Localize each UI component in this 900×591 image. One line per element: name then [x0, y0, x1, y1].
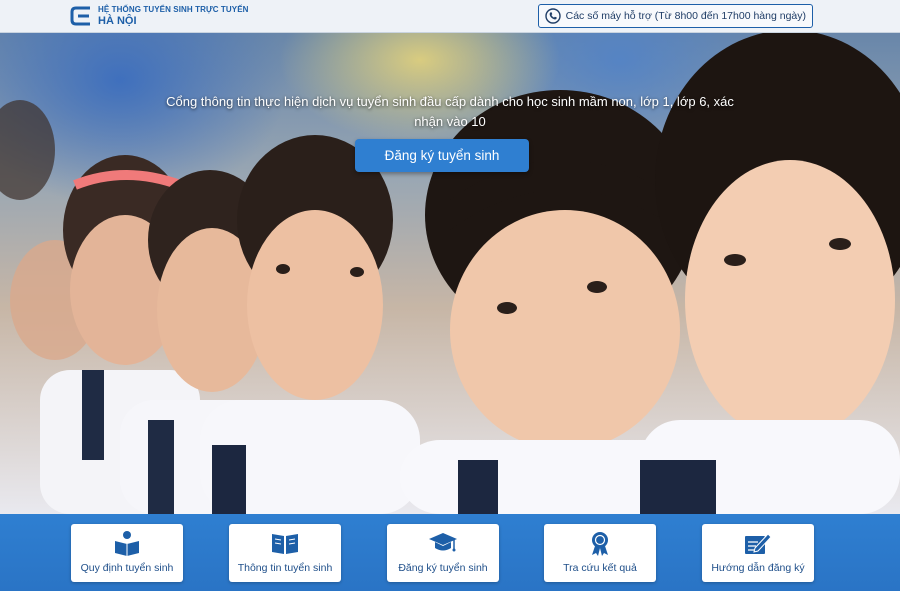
- card-admission-rules[interactable]: Quy định tuyển sinh: [71, 524, 183, 582]
- register-admission-button[interactable]: Đăng ký tuyển sinh: [355, 139, 529, 172]
- brand-logo-link[interactable]: HỆ THỐNG TUYỂN SINH TRỰC TUYẾN HÀ NỘI: [70, 0, 249, 33]
- children-photo-illustration: [0, 30, 900, 514]
- brand-title: HÀ NỘI: [98, 14, 137, 27]
- open-book-icon: [272, 534, 298, 554]
- card-label: Thông tin tuyển sinh: [237, 562, 333, 574]
- card-lookup-results[interactable]: Tra cứu kết quả: [544, 524, 656, 582]
- card-label: Hướng dẫn đăng ký: [711, 562, 805, 574]
- hero-background-photo: [0, 0, 900, 514]
- card-label: Tra cứu kết quả: [563, 562, 637, 574]
- reader-icon: [115, 531, 139, 556]
- brand-subtitle: HỆ THỐNG TUYỂN SINH TRỰC TUYẾN: [98, 4, 249, 14]
- card-admission-info[interactable]: Thông tin tuyển sinh: [229, 524, 341, 582]
- support-phones-button[interactable]: Các số máy hỗ trợ (Từ 8h00 đến 17h00 hàn…: [537, 4, 813, 28]
- support-phones-text: Các số máy hỗ trợ (Từ 8h00 đến 17h00 hàn…: [565, 10, 806, 22]
- brand-logo-icon: [70, 6, 90, 26]
- feature-band: Quy định tuyển sinh Thông tin tuyển sinh…: [0, 514, 900, 591]
- graduation-cap-icon: [429, 533, 457, 552]
- edit-pen-icon: [745, 533, 772, 554]
- card-label: Đăng ký tuyển sinh: [398, 562, 488, 574]
- card-label: Quy định tuyển sinh: [80, 562, 174, 574]
- card-registration-guide[interactable]: Hướng dẫn đăng ký: [702, 524, 814, 582]
- award-medal-icon: [592, 532, 608, 556]
- hero-tagline: Cổng thông tin thực hiện dịch vụ tuyển s…: [166, 94, 734, 129]
- top-header: HỆ THỐNG TUYỂN SINH TRỰC TUYẾN HÀ NỘI Cá…: [0, 0, 900, 33]
- phone-icon: [544, 8, 561, 24]
- card-register-admission[interactable]: Đăng ký tuyển sinh: [387, 524, 499, 582]
